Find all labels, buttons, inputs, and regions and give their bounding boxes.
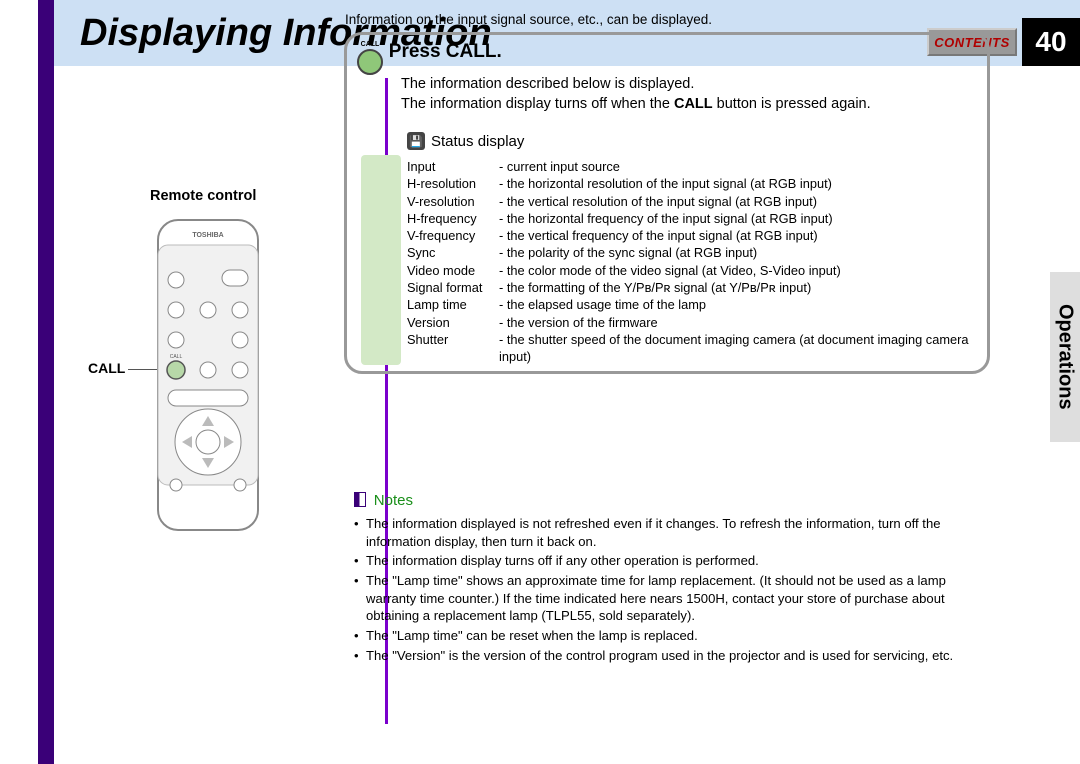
- call-button-icon: CALL: [357, 41, 383, 75]
- notes-icon: [354, 492, 366, 507]
- status-param-row: Syncthe polarity of the sync signal (at …: [407, 244, 987, 261]
- disk-icon: 💾: [407, 132, 425, 150]
- svg-text:CALL: CALL: [170, 354, 183, 360]
- status-param-row: V-frequencythe vertical frequency of the…: [407, 227, 987, 244]
- intro-text: Information on the input signal source, …: [345, 12, 712, 27]
- press-call-heading: Press CALL.: [389, 41, 502, 63]
- status-param-row: H-frequencythe horizontal frequency of t…: [407, 210, 987, 227]
- notes-item: The "Lamp time" can be reset when the la…: [354, 627, 990, 645]
- notes-item: The "Version" is the version of the cont…: [354, 647, 990, 665]
- left-accent-strip: [38, 0, 54, 764]
- notes-heading: Notes: [374, 492, 413, 509]
- notes-item: The information displayed is not refresh…: [354, 515, 990, 550]
- status-display-heading: Status display: [431, 133, 524, 150]
- remote-call-indicator: CALL: [88, 360, 125, 376]
- remote-control-illustration: TOSHIBA CALL: [146, 210, 270, 540]
- status-params-table: Inputcurrent input sourceH-resolutionthe…: [407, 158, 987, 365]
- status-param-row: V-resolutionthe vertical resolution of t…: [407, 193, 987, 210]
- notes-item: The information display turns off if any…: [354, 552, 990, 570]
- status-param-row: Video modethe color mode of the video si…: [407, 262, 987, 279]
- status-param-row: Shutterthe shutter speed of the document…: [407, 331, 987, 366]
- section-tab-operations[interactable]: Operations: [1050, 272, 1080, 442]
- status-param-row: Lamp timethe elapsed usage time of the l…: [407, 296, 987, 313]
- remote-brand: TOSHIBA: [192, 232, 223, 239]
- status-param-row: Inputcurrent input source: [407, 158, 987, 175]
- notes-item: The "Lamp time" shows an approximate tim…: [354, 572, 990, 625]
- status-param-row: H-resolutionthe horizontal resolution of…: [407, 175, 987, 192]
- remote-control-heading: Remote control: [150, 188, 256, 204]
- press-call-description: The information described below is displ…: [401, 75, 977, 114]
- press-call-panel: CALL Press CALL. The information describ…: [344, 32, 990, 374]
- status-accent-strip: [361, 155, 401, 365]
- page-number: 40: [1022, 18, 1080, 66]
- status-param-row: Signal formatthe formatting of the Y/Pʙ/…: [407, 279, 987, 296]
- notes-list: The information displayed is not refresh…: [354, 515, 990, 664]
- status-param-row: Versionthe version of the firmware: [407, 314, 987, 331]
- notes-section: Notes The information displayed is not r…: [354, 492, 990, 666]
